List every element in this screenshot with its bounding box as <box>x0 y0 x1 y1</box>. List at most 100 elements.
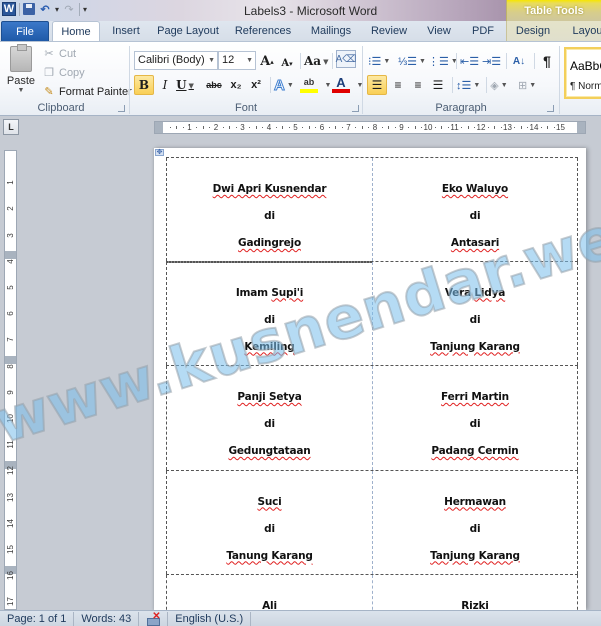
copy-button[interactable]: ❐ Copy <box>43 64 85 81</box>
tab-view[interactable]: View <box>420 21 458 41</box>
tab-pdf[interactable]: PDF <box>466 21 500 41</box>
show-formatting-button[interactable]: ¶ <box>538 51 556 71</box>
redo-icon[interactable]: ↷ <box>62 2 76 16</box>
shading-button[interactable]: ◈ ▼ <box>490 75 508 95</box>
label-cell[interactable]: Vera Lidya di Tanjung Karang <box>372 261 578 365</box>
undo-icon[interactable]: ↶ <box>38 2 52 16</box>
clipboard-launcher-icon[interactable] <box>118 105 125 112</box>
ruler-tick-mark <box>282 126 284 129</box>
ruler-tick-mark <box>461 127 463 128</box>
cut-button[interactable]: ✂ Cut <box>43 45 76 62</box>
quick-access-toolbar: W ↶ ▾ ↷ ▾ <box>2 2 87 16</box>
tab-references[interactable]: References <box>229 21 297 41</box>
font-launcher-icon[interactable] <box>352 105 359 112</box>
justify-button[interactable]: ☰ <box>429 75 447 95</box>
change-case-button[interactable]: Aa ▼ <box>304 51 328 71</box>
font-color-button[interactable]: A <box>332 75 350 93</box>
label-cell[interactable]: Eko Waluyo di Antasari <box>372 158 578 261</box>
numbering-button[interactable]: ⅓☰ ▼ <box>398 51 426 71</box>
left-margin-marker[interactable] <box>155 122 163 133</box>
label-cell[interactable]: Panji Setya di Gedungtataan <box>166 366 372 470</box>
justify-icon: ☰ <box>432 78 444 92</box>
sort-button[interactable]: A↓ <box>510 51 528 71</box>
ruler-tick-mark <box>196 127 198 128</box>
bullets-button[interactable]: ⁝☰ ▼ <box>368 51 390 71</box>
tab-stop-selector[interactable]: L <box>3 119 19 135</box>
tab-table-design[interactable]: Design <box>510 21 556 41</box>
label-cell[interactable]: Dwi Apri Kusnendar di Gadingrejo <box>166 158 372 261</box>
right-margin-marker[interactable] <box>577 122 585 133</box>
table-move-handle-icon[interactable]: ✥ <box>155 149 164 156</box>
ruler-tick-label: 15 <box>6 545 15 554</box>
label-cell[interactable]: Suci di Tanung Karang <box>166 470 372 574</box>
label-cell[interactable]: Rizki <box>372 575 578 615</box>
grow-font-button[interactable]: A ▴ <box>258 51 276 71</box>
horizontal-ruler[interactable]: 1 2 3 4 5 6 7 8 9 10 11 12 13 14 15 <box>154 121 586 134</box>
customize-qat-icon[interactable]: ▾ <box>83 5 87 14</box>
multilevel-list-button[interactable]: ⋮☰ ▼ <box>428 51 458 71</box>
label-connector: di <box>469 313 481 326</box>
bold-button[interactable]: B <box>134 75 154 95</box>
align-right-button[interactable]: ≡ <box>409 75 427 95</box>
separator <box>456 53 457 69</box>
label-connector: di <box>264 522 275 535</box>
ruler-tick-label: 3 <box>6 232 15 238</box>
paste-button[interactable]: Paste ▼ <box>4 44 38 100</box>
highlight-button[interactable]: ab <box>300 75 318 93</box>
label-cell[interactable]: Imam Supi'i di Kemiling <box>166 261 372 365</box>
ruler-tick-mark <box>335 126 337 129</box>
tab-table-layout[interactable]: Layout <box>566 21 601 41</box>
underline-button[interactable]: U ▼ <box>176 75 194 95</box>
paste-dropdown-icon[interactable]: ▼ <box>4 87 38 94</box>
table-tools-group: Table Tools <box>506 0 601 21</box>
label-name: Panji Setya <box>237 391 302 403</box>
tab-review[interactable]: Review <box>365 21 413 41</box>
paragraph-launcher-icon[interactable] <box>547 105 554 112</box>
font-color-dropdown[interactable]: ▼ <box>350 75 368 95</box>
borders-button[interactable]: ⊞ ▼ <box>518 75 536 95</box>
undo-dropdown-icon[interactable]: ▾ <box>55 5 59 14</box>
word-app-icon[interactable]: W <box>2 2 16 16</box>
page-count[interactable]: Page: 1 of 1 <box>0 611 75 626</box>
ruler-tick-label: 3 <box>240 123 245 132</box>
subscript-icon: x₂ <box>230 79 242 91</box>
save-icon[interactable] <box>23 3 35 15</box>
text-effects-button[interactable]: A ▼ <box>274 75 294 95</box>
label-cell[interactable]: Ferri Martin di Padang Cermin <box>372 366 578 470</box>
clear-formatting-button[interactable]: A⌫ <box>336 50 356 68</box>
label-cell[interactable]: Ali <box>166 575 372 615</box>
tab-insert[interactable]: Insert <box>104 21 148 41</box>
italic-button[interactable]: I <box>156 75 174 95</box>
style-normal[interactable]: AaBbC ¶ Norm <box>564 47 601 99</box>
proofing-status[interactable] <box>139 610 169 626</box>
text-effects-icon: A <box>274 76 286 94</box>
font-name-dropdown[interactable]: Calibri (Body) ▼ <box>134 51 218 70</box>
ruler-tick-mark <box>547 126 549 129</box>
tab-file[interactable]: File <box>1 21 49 41</box>
tab-home[interactable]: Home <box>52 21 100 42</box>
increase-indent-button[interactable]: ⇥☰ <box>482 51 501 71</box>
align-left-button[interactable]: ☰ <box>367 75 387 95</box>
line-spacing-button[interactable]: ↕☰ ▼ <box>456 75 480 95</box>
tab-mailings[interactable]: Mailings <box>303 21 359 41</box>
align-center-button[interactable]: ≡ <box>389 75 407 95</box>
superscript-button[interactable]: x² <box>247 75 265 95</box>
shrink-font-button[interactable]: A ▾ <box>278 53 296 73</box>
language-indicator[interactable]: English (U.S.) <box>168 611 252 626</box>
tab-page-layout[interactable]: Page Layout <box>152 21 224 41</box>
format-painter-button[interactable]: ✎ Format Painter <box>43 83 131 100</box>
strikethrough-button[interactable]: abc <box>205 75 223 95</box>
word-count[interactable]: Words: 43 <box>74 611 140 626</box>
ruler-tick-mark <box>209 127 211 128</box>
decrease-indent-button[interactable]: ⇤☰ <box>460 51 479 71</box>
font-size-dropdown[interactable]: 12 ▼ <box>218 51 256 70</box>
label-cell[interactable]: Hermawan di Tanjung Karang <box>372 470 578 574</box>
ruler-tick-mark <box>169 127 171 128</box>
label-name: Suci <box>257 495 282 508</box>
subscript-button[interactable]: x₂ <box>227 75 245 95</box>
ruler-tick-mark <box>467 126 469 129</box>
vertical-ruler[interactable]: 1 2 3 4 5 6 7 8 9 10 11 12 13 14 15 16 17 <box>4 150 17 610</box>
label-name: Hermawan <box>444 495 506 508</box>
ruler-tick-mark <box>474 127 476 128</box>
table-tools-label: Table Tools <box>524 5 584 17</box>
